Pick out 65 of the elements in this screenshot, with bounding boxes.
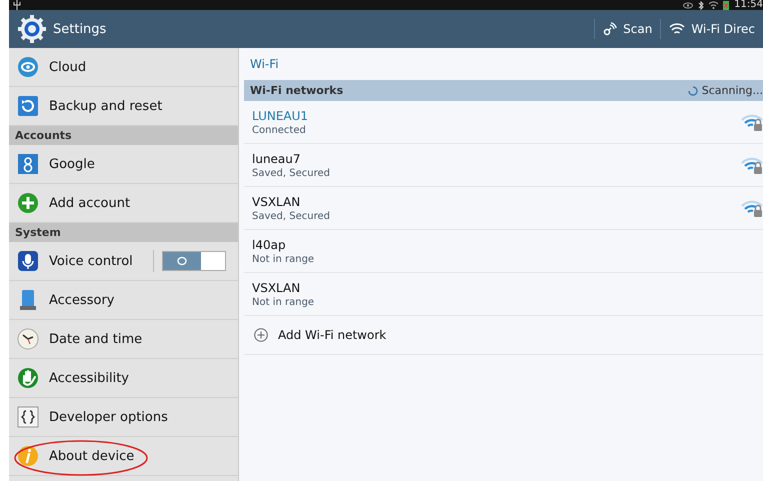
network-name: LUNEAU1 [252, 108, 310, 122]
item-label: Voice control [49, 254, 133, 268]
network-name: l40ap [252, 238, 287, 252]
network-status: Not in range [252, 296, 316, 308]
sidebar-item[interactable]: About device [9, 437, 238, 476]
braces-icon [17, 406, 39, 428]
item-label: Add account [49, 196, 130, 210]
network-row[interactable]: l40ap Not in range [244, 230, 763, 273]
scan-icon [603, 22, 618, 36]
microphone-icon [17, 250, 39, 272]
clock-icon [17, 328, 39, 350]
item-label: Accessibility [49, 370, 129, 386]
clock-time: 11:54 [734, 0, 763, 10]
sidebar-item[interactable]: Developer options [9, 398, 238, 437]
item-label: Developer options [49, 410, 168, 424]
item-label: Cloud [49, 60, 86, 74]
network-status: Saved, Secured [252, 168, 331, 178]
network-row[interactable]: VSXLAN Saved, Secured [244, 187, 763, 230]
add-network-label: Add Wi-Fi network [278, 328, 386, 342]
item-label: Accessory [49, 292, 114, 308]
eye-icon [683, 2, 694, 8]
network-status: Connected [252, 124, 307, 136]
network-name: VSXLAN [252, 194, 302, 208]
sidebar-item[interactable]: Accessory [9, 281, 238, 320]
usb-icon [13, 0, 21, 10]
network-name: luneau7 [252, 152, 302, 166]
network-status: Saved, Secured [252, 210, 331, 222]
sidebar-item[interactable]: Cloud [9, 48, 238, 87]
gear-icon [17, 14, 47, 44]
item-label: Date and time [49, 332, 142, 346]
item-label: About device [49, 448, 134, 464]
sidebar-item[interactable]: Date and time [9, 320, 238, 359]
restore-icon [17, 95, 39, 117]
network-row[interactable]: VSXLAN Not in range [244, 273, 763, 316]
sidebar-item[interactable]: Voice control [9, 242, 238, 281]
info-icon [17, 445, 39, 467]
sidebar-item[interactable]: Accessibility [9, 359, 238, 398]
action-button[interactable]: Scan [594, 19, 660, 39]
network-status: Not in range [252, 254, 316, 264]
item-label: Google [49, 156, 95, 172]
google-icon [17, 153, 39, 175]
scan-status: Scanning... [702, 84, 763, 97]
phone-icon [17, 289, 39, 311]
network-name: VSXLAN [252, 280, 302, 294]
app-title: Settings [53, 22, 106, 36]
plus-circle-icon [254, 328, 268, 342]
battery-icon [723, 0, 730, 10]
add-network-item[interactable]: Add Wi-Fi network [244, 316, 763, 355]
circle-icon [176, 256, 188, 266]
plus-icon [17, 192, 39, 214]
network-row[interactable]: luneau7 Saved, Secured [244, 144, 763, 187]
section-header: System [9, 223, 238, 242]
action-button[interactable]: Wi-Fi Direc [660, 19, 763, 39]
bluetooth-icon [698, 0, 704, 10]
toggle-switch[interactable] [162, 251, 226, 271]
sidebar-item[interactable]: Google [9, 145, 238, 184]
item-label: Backup and reset [49, 98, 162, 114]
page-title: Wi-Fi [249, 56, 280, 73]
spinner-icon [688, 86, 698, 96]
section-label: Wi-Fi networks [250, 84, 344, 97]
hand-icon [17, 367, 39, 389]
wifi-icon [669, 23, 686, 35]
section-header: Accounts [9, 126, 238, 145]
network-row[interactable]: LUNEAU1 Connected [244, 101, 763, 144]
wifi-icon [709, 1, 718, 9]
